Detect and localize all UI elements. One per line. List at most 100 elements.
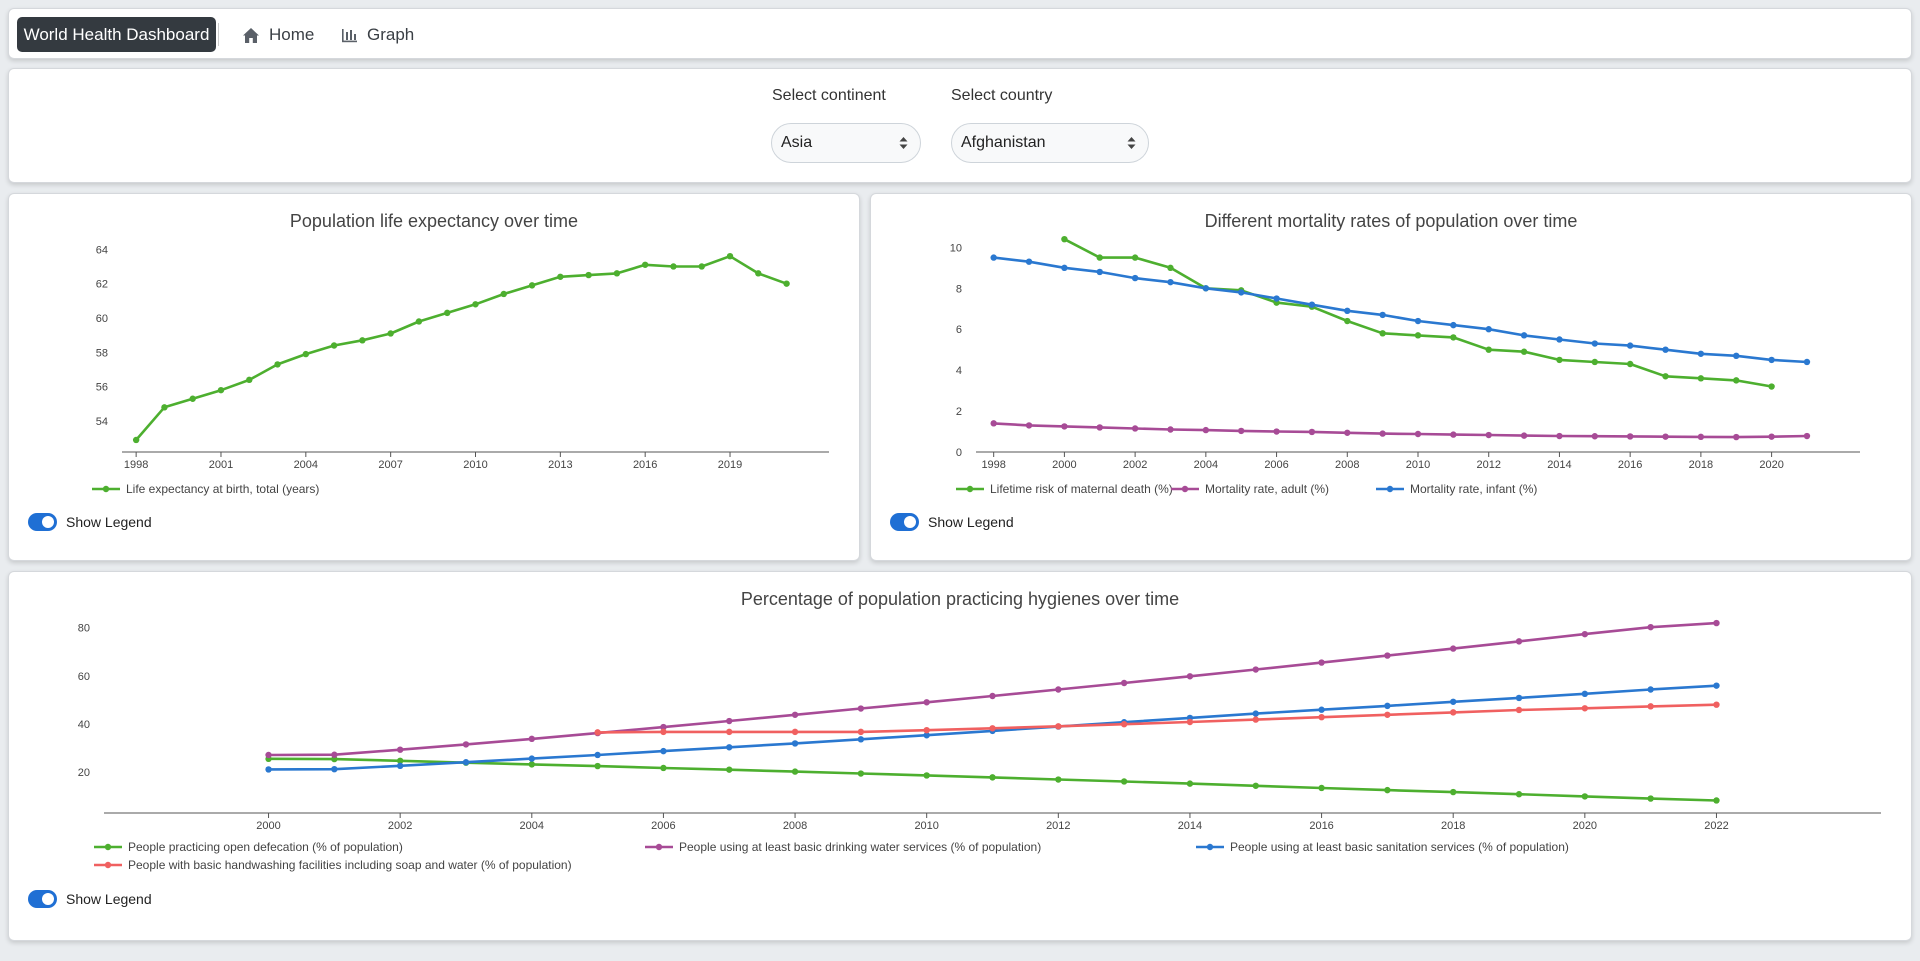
data-point: [726, 717, 733, 725]
nav-link-graph[interactable]: Graph: [342, 22, 414, 48]
y-tick-label: 10: [950, 242, 962, 254]
y-tick-label: 64: [96, 244, 108, 256]
data-point: [1384, 652, 1391, 659]
data-point: [1273, 295, 1280, 302]
x-tick-label: 2004: [520, 820, 544, 832]
data-point: [1697, 433, 1705, 441]
series-line: [1063, 238, 1772, 388]
data-point: [1647, 795, 1654, 802]
series-line: [993, 422, 1808, 439]
data-point: [1238, 427, 1245, 435]
data-point: [302, 350, 310, 358]
show-legend-toggle[interactable]: [890, 513, 919, 531]
data-point: [1131, 425, 1139, 432]
data-point: [1252, 716, 1259, 723]
data-point: [1647, 623, 1654, 631]
x-tick-label: 2006: [1264, 459, 1288, 471]
x-tick-label: 2020: [1759, 459, 1783, 471]
data-point: [660, 728, 667, 736]
data-point: [396, 762, 404, 770]
data-point: [1768, 383, 1775, 390]
data-point: [1273, 428, 1280, 435]
data-point: [1120, 720, 1128, 728]
country-label: Select country: [951, 87, 1053, 104]
x-tick-label: 1998: [981, 459, 1005, 471]
y-tick-label: 56: [96, 382, 108, 394]
data-point: [1697, 375, 1705, 382]
data-point: [641, 261, 649, 268]
data-point: [1803, 432, 1811, 440]
y-tick-label: 62: [96, 279, 108, 291]
data-point: [557, 273, 564, 280]
legend-marker: [1386, 485, 1394, 493]
legend-label: Mortality rate, infant (%): [1410, 482, 1537, 496]
x-tick-label: 2014: [1547, 459, 1571, 471]
x-tick-label: 2004: [1194, 459, 1218, 471]
data-point: [857, 728, 865, 736]
legend-item: People practicing open defecation (% of …: [94, 840, 403, 854]
data-point: [1061, 264, 1068, 272]
nav-link-home[interactable]: Home: [242, 22, 314, 48]
legend-item: People using at least basic sanitation s…: [1196, 840, 1569, 854]
continent-select[interactable]: Asia: [771, 123, 921, 163]
data-point: [726, 728, 733, 736]
data-point: [791, 768, 799, 775]
legend-label: People using at least basic drinking wat…: [679, 840, 1041, 854]
legend-label: Lifetime risk of maternal death (%): [990, 482, 1173, 496]
show-legend-toggle[interactable]: [28, 890, 57, 908]
data-point: [726, 744, 733, 751]
show-legend-label: Show Legend: [66, 514, 152, 530]
country-select[interactable]: Afghanistan: [951, 123, 1149, 163]
series-line: [135, 254, 788, 441]
data-point: [1055, 686, 1062, 693]
country-selector-panel: Select continent Asia Select country Afg…: [8, 68, 1912, 183]
legend-item: Mortality rate, infant (%): [1376, 482, 1537, 496]
nav-link-home-label: Home: [269, 25, 315, 44]
data-point: [1384, 786, 1391, 794]
show-legend-toggle[interactable]: [28, 513, 57, 531]
data-point: [132, 436, 140, 444]
data-point: [923, 726, 930, 734]
x-tick-label: 2018: [1689, 459, 1713, 471]
data-point: [1167, 426, 1174, 433]
data-point: [1202, 426, 1210, 434]
data-point: [1647, 686, 1654, 693]
data-point: [1186, 780, 1194, 787]
brand-logo[interactable]: World Health Dashboard: [17, 17, 216, 52]
navbar: World Health Dashboard Home Graph: [8, 8, 1912, 59]
data-point: [1768, 433, 1775, 440]
data-point: [1202, 285, 1210, 292]
y-tick-label: 6: [956, 324, 962, 336]
data-point: [1768, 356, 1775, 364]
data-point: [1252, 782, 1259, 789]
data-point: [989, 725, 996, 732]
y-tick-label: 80: [78, 623, 90, 635]
data-point: [670, 263, 677, 270]
x-tick-label: 2012: [1476, 459, 1500, 471]
data-point: [1733, 433, 1740, 441]
data-point: [1344, 429, 1351, 436]
data-point: [726, 252, 734, 260]
data-point: [585, 271, 592, 279]
data-point: [1515, 791, 1523, 798]
data-point: [1252, 666, 1259, 673]
data-point: [857, 705, 865, 712]
data-point: [1556, 356, 1563, 364]
data-point: [1055, 723, 1062, 730]
data-point: [1186, 718, 1194, 726]
y-tick-label: 8: [956, 283, 962, 295]
data-point: [1450, 788, 1457, 796]
data-point: [1131, 254, 1139, 261]
data-point: [1626, 342, 1634, 349]
x-tick-label: 2007: [378, 459, 402, 471]
x-tick-label: 2010: [1406, 459, 1430, 471]
data-point: [1450, 431, 1457, 438]
x-tick-label: 2002: [1123, 459, 1147, 471]
data-point: [528, 755, 535, 762]
data-point: [265, 751, 272, 759]
y-tick-label: 54: [96, 416, 108, 428]
data-point: [1450, 321, 1457, 329]
y-tick-label: 58: [96, 347, 108, 359]
data-point: [161, 404, 168, 411]
data-point: [1379, 430, 1386, 437]
